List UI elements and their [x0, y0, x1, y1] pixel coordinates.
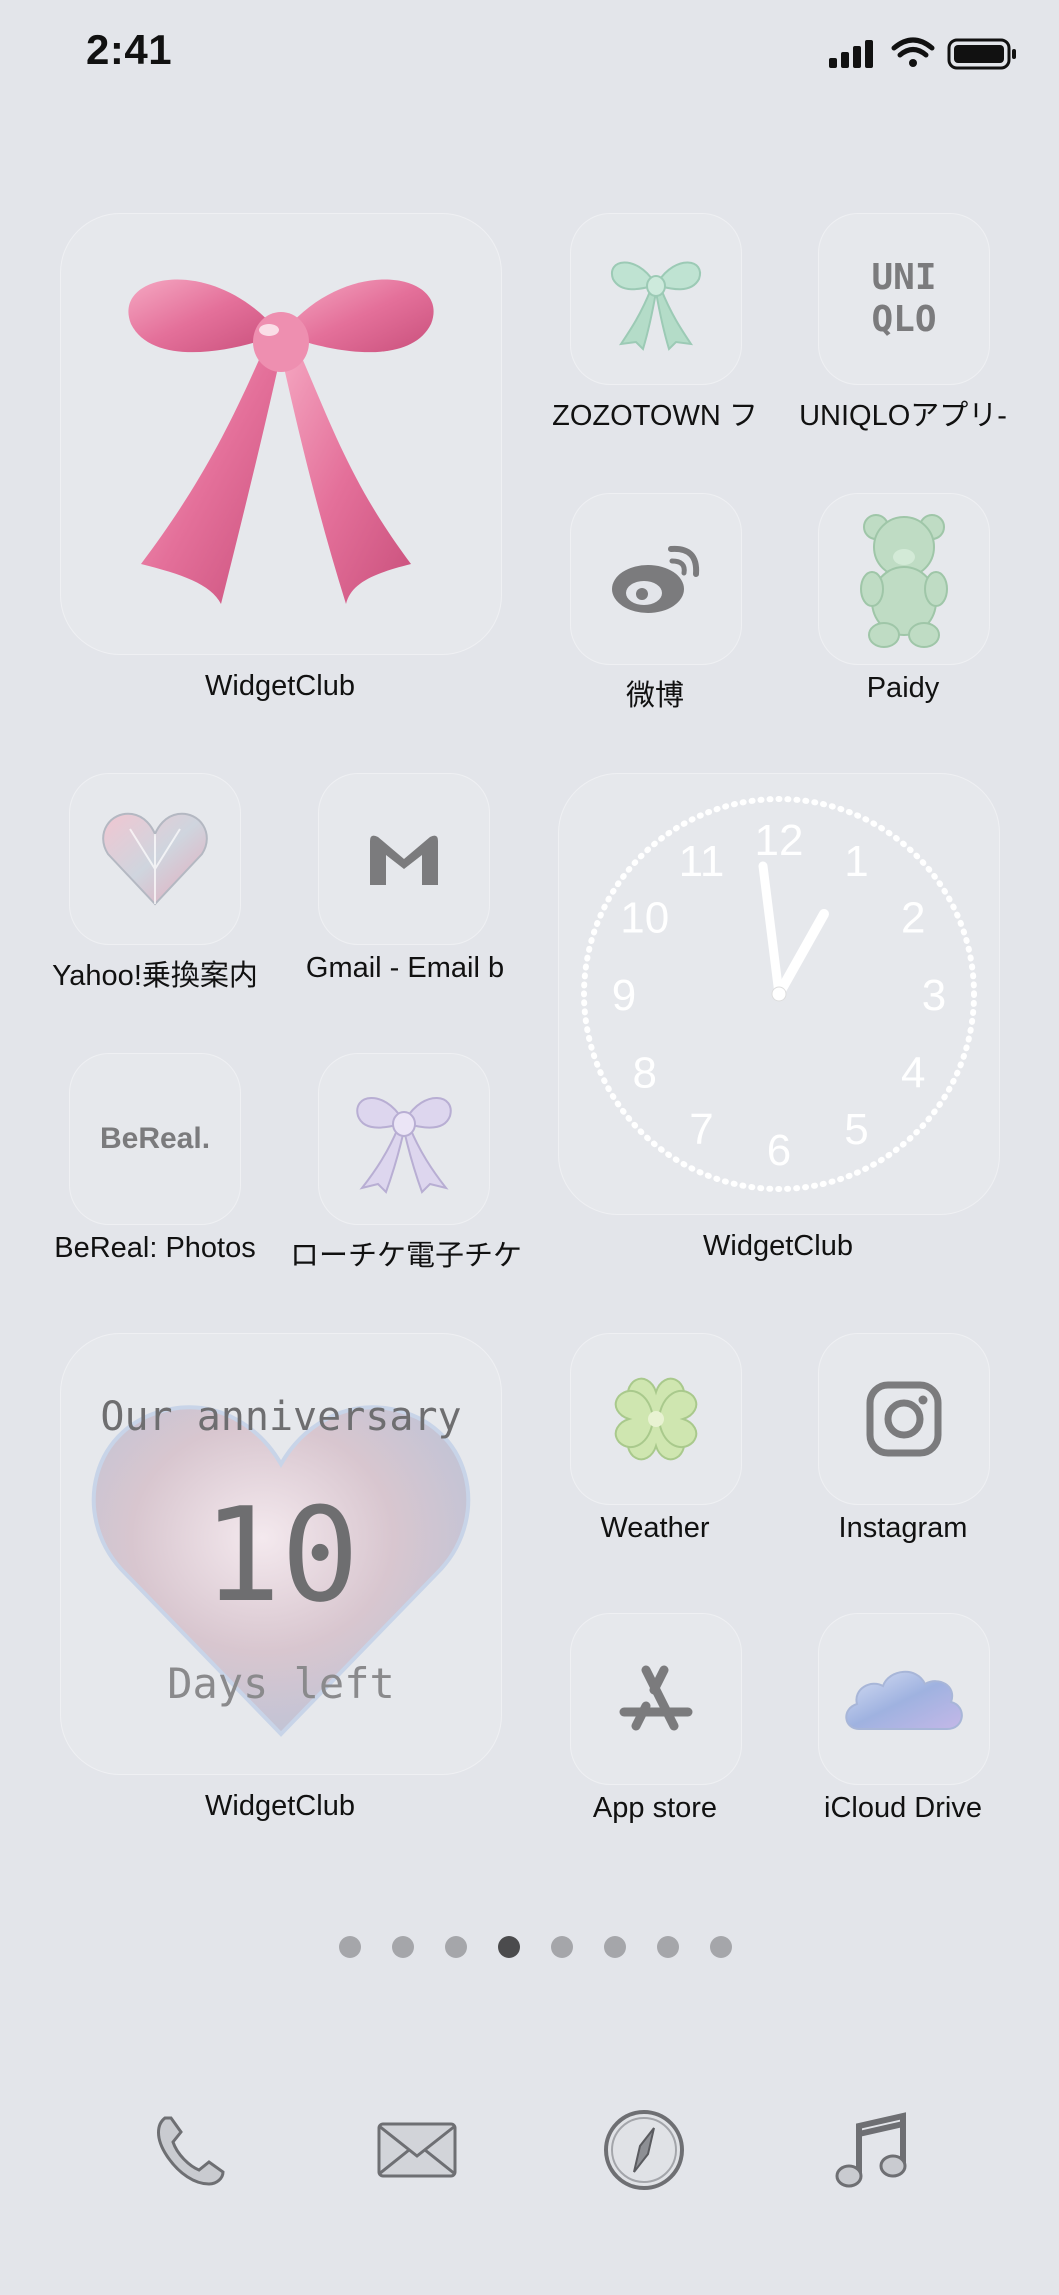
clock-number-2: 2 — [901, 894, 925, 943]
instagram-icon — [866, 1381, 942, 1457]
minute-hand — [758, 861, 784, 999]
uniqlo-logo-text-1: UNI — [871, 257, 937, 298]
app-icloud-drive-label: iCloud Drive — [824, 1792, 982, 1824]
ribbon-widget[interactable] — [60, 213, 502, 655]
app-yahoo-transit-label: Yahoo!乗換案内 — [52, 960, 258, 992]
page-dot[interactable] — [551, 1936, 573, 1958]
clock-widget[interactable]: 12 1 2 3 4 5 6 7 8 9 10 11 — [558, 773, 1000, 1215]
app-paidy[interactable] — [818, 493, 990, 665]
ribbon-mint-icon — [610, 261, 702, 351]
bereal-logo-icon: BeReal. — [99, 1122, 211, 1155]
status-icons — [799, 30, 1059, 80]
page-dot[interactable] — [445, 1936, 467, 1958]
analog-clock: 12 12 3 45 6 78 9 1011 — [581, 796, 977, 1192]
clock-number-11: 11 — [679, 837, 725, 886]
weibo-icon — [612, 545, 700, 613]
clock-number-4: 4 — [901, 1049, 925, 1098]
app-app-store[interactable] — [570, 1613, 742, 1785]
app-icloud-drive[interactable] — [818, 1613, 990, 1785]
page-indicator[interactable] — [339, 1936, 732, 1958]
app-lawson-ticket-label: ローチケ電子チケ — [290, 1240, 520, 1272]
uniqlo-logo-text-2: QLO — [871, 299, 937, 340]
app-uniqlo-label: UNIQLOアプリ- — [799, 400, 1007, 432]
page-dot[interactable] — [392, 1936, 414, 1958]
app-weibo-label: 微博 — [625, 680, 684, 712]
page-dot[interactable] — [498, 1936, 520, 1958]
clock-number-3: 3 — [922, 971, 946, 1020]
clock-number-5: 5 — [844, 1105, 868, 1154]
app-zozotown[interactable] — [570, 213, 742, 385]
app-weather[interactable] — [570, 1333, 742, 1505]
app-lawson-ticket[interactable] — [318, 1053, 490, 1225]
app-instagram-label: Instagram — [838, 1512, 968, 1544]
music-note-icon — [835, 2112, 907, 2188]
gummy-bear-icon — [860, 514, 948, 648]
app-app-store-label: App store — [592, 1792, 718, 1824]
page-dot[interactable] — [710, 1936, 732, 1958]
safari-compass-icon — [604, 2110, 684, 2190]
clock-number-9: 9 — [612, 971, 636, 1020]
app-weather-label: Weather — [600, 1512, 710, 1544]
dock-safari[interactable] — [589, 2095, 699, 2205]
app-paidy-label: Paidy — [866, 672, 940, 704]
anniversary-subtitle: Days left — [167, 1659, 395, 1708]
uniqlo-logo-icon: UNI QLO — [871, 257, 936, 341]
anniversary-title: Our anniversary — [100, 1394, 462, 1440]
wifi-icon — [891, 37, 935, 67]
phone-icon — [157, 2116, 225, 2186]
clock-number-8: 8 — [633, 1049, 657, 1098]
ribbon-lilac-icon — [356, 1097, 452, 1194]
status-time: 2:41 — [86, 26, 173, 73]
clock-number-10: 10 — [620, 894, 669, 943]
app-uniqlo[interactable]: UNI QLO — [818, 213, 990, 385]
cellular-signal-icon — [829, 40, 873, 68]
clock-number-7: 7 — [689, 1105, 713, 1154]
clock-widget-label: WidgetClub — [703, 1230, 853, 1262]
app-weibo[interactable] — [570, 493, 742, 665]
app-gmail[interactable] — [318, 773, 490, 945]
clock-number-6: 6 — [767, 1126, 791, 1175]
crystal-heart-icon — [102, 812, 208, 906]
page-dot[interactable] — [339, 1936, 361, 1958]
dock-mail[interactable] — [362, 2095, 472, 2205]
app-store-icon — [619, 1665, 693, 1731]
ribbon-widget-label: WidgetClub — [205, 670, 355, 702]
dock-phone[interactable] — [136, 2095, 246, 2205]
mail-icon — [377, 2122, 457, 2178]
app-zozotown-label: ZOZOTOWN フ — [552, 400, 758, 432]
battery-icon — [947, 38, 1016, 70]
dock-music[interactable] — [816, 2095, 926, 2205]
hour-hand — [774, 909, 829, 999]
clock-number-12: 12 — [755, 816, 804, 865]
anniversary-widget-label: WidgetClub — [205, 1790, 355, 1822]
pink-ribbon-icon — [128, 279, 434, 604]
clock-number-1: 1 — [844, 837, 868, 886]
anniversary-days: 10 — [202, 1479, 360, 1631]
gmail-m-icon — [370, 835, 438, 885]
cloud-icon — [845, 1670, 963, 1730]
page-dot[interactable] — [657, 1936, 679, 1958]
anniversary-widget[interactable]: Our anniversary 10 Days left — [60, 1333, 502, 1775]
app-bereal[interactable]: BeReal. — [69, 1053, 241, 1225]
app-instagram[interactable] — [818, 1333, 990, 1505]
app-yahoo-transit[interactable] — [69, 773, 241, 945]
app-gmail-label: Gmail - Email b — [305, 952, 505, 984]
app-bereal-label: BeReal: Photos — [54, 1232, 256, 1264]
page-dot[interactable] — [604, 1936, 626, 1958]
clover-icon — [614, 1377, 698, 1461]
